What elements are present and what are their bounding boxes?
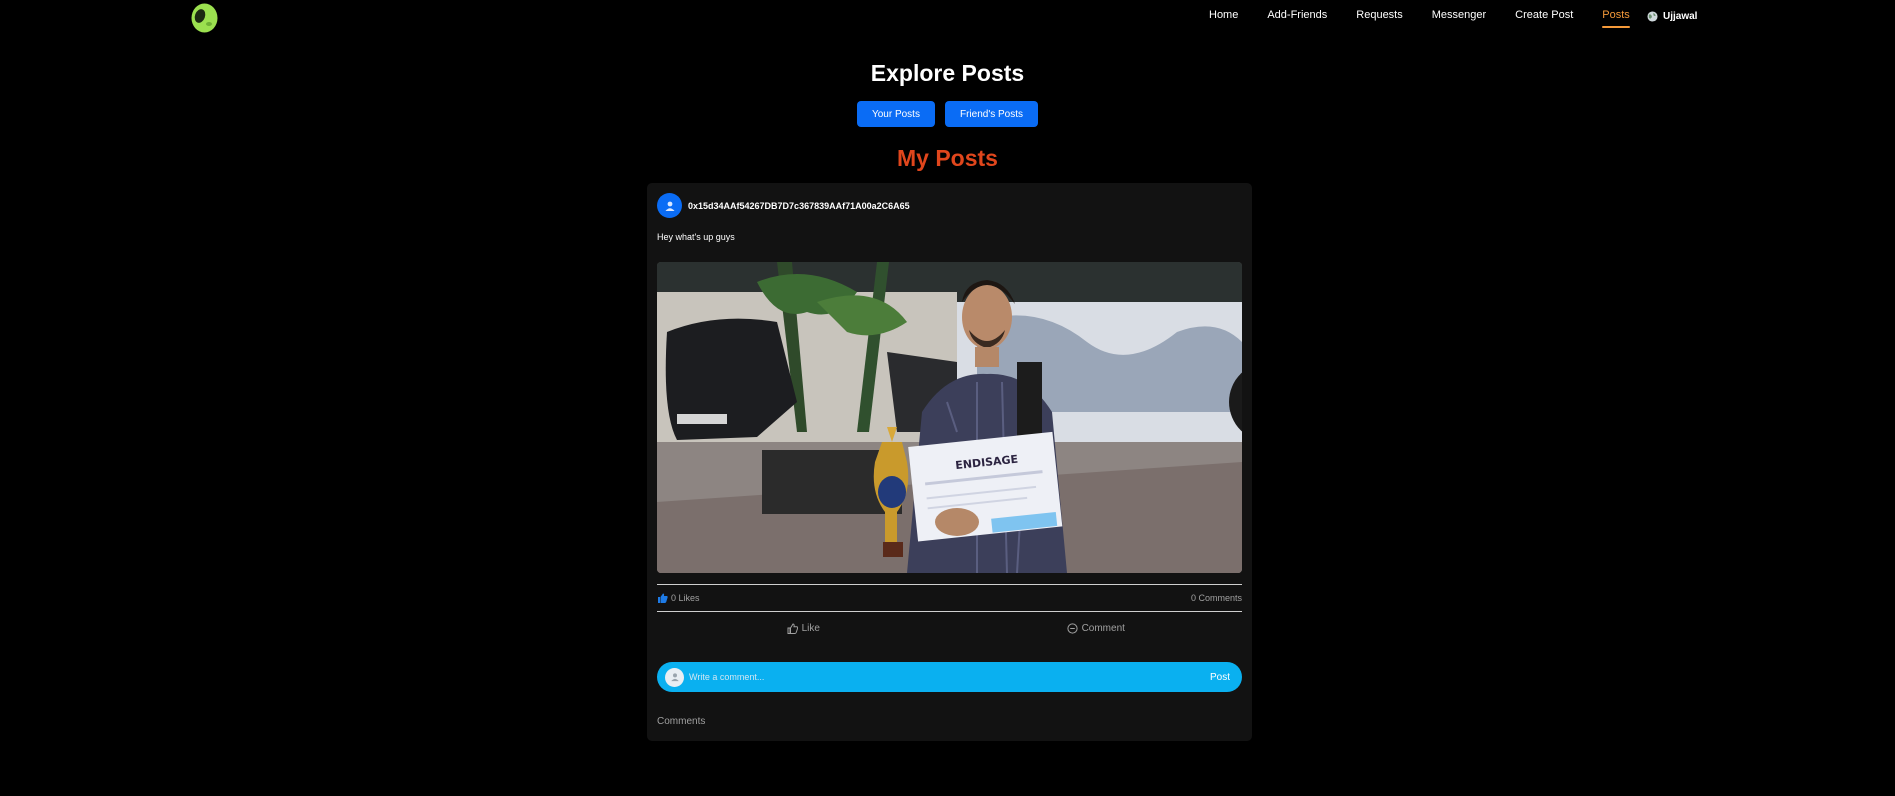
post-photo[interactable]: ENDISAGE [657, 262, 1242, 573]
user-menu[interactable]: Ujjawal [1647, 11, 1697, 22]
your-posts-button[interactable]: Your Posts [856, 101, 935, 127]
nav-link-posts[interactable]: Posts [1602, 9, 1630, 28]
avatar[interactable] [657, 193, 682, 218]
friends-posts-button[interactable]: Friend's Posts [944, 101, 1039, 127]
comment-button[interactable]: Comment [950, 623, 1243, 634]
nav-link-messenger[interactable]: Messenger [1432, 9, 1486, 21]
post-actions: Like Comment [657, 623, 1242, 634]
post-filter-tabs: Your Posts Friend's Posts [0, 101, 1895, 127]
section-title: My Posts [897, 145, 998, 171]
page-title: Explore Posts [870, 60, 1025, 86]
comment-label: Comment [1081, 623, 1125, 634]
nav-link-requests[interactable]: Requests [1356, 9, 1402, 21]
comments-count[interactable]: 0 Comments [1191, 593, 1242, 603]
thumbs-up-outline-icon [787, 623, 798, 634]
comment-bar: Post [657, 662, 1242, 692]
navbar: Home Add-Friends Requests Messenger Crea… [0, 0, 1895, 36]
post-comment-button[interactable]: Post [1210, 672, 1230, 683]
user-icon [670, 673, 679, 682]
post-author[interactable]: 0x15d34AAf54267DB7D7c367839AAf71A00a2C6A… [688, 201, 910, 211]
nav-links: Home Add-Friends Requests Messenger Crea… [1209, 9, 1659, 28]
divider [657, 584, 1242, 585]
like-button[interactable]: Like [657, 623, 950, 634]
avatar [665, 667, 684, 687]
user-icon [665, 201, 674, 211]
post-photo-illustration: ENDISAGE [657, 262, 1242, 573]
post-text: Hey what's up guys [657, 232, 735, 242]
post-header: 0x15d34AAf54267DB7D7c367839AAf71A00a2C6A… [657, 193, 910, 218]
divider [657, 611, 1242, 612]
user-name: Ujjawal [1663, 11, 1698, 22]
likes-count[interactable]: 0 Likes [657, 593, 700, 603]
thumbs-up-icon [658, 593, 668, 603]
like-label: Like [801, 623, 820, 634]
nav-link-add-friends[interactable]: Add-Friends [1267, 9, 1327, 21]
comments-heading: Comments [657, 716, 706, 727]
comment-input[interactable] [689, 672, 1210, 682]
alien-head-logo-icon[interactable] [191, 3, 218, 33]
nav-link-create-post[interactable]: Create Post [1515, 9, 1573, 21]
likes-label: 0 Likes [671, 593, 700, 603]
comment-icon [1066, 623, 1078, 634]
post-card: 0x15d34AAf54267DB7D7c367839AAf71A00a2C6A… [647, 183, 1252, 741]
globe-icon [1647, 11, 1658, 22]
nav-link-home[interactable]: Home [1209, 9, 1238, 21]
post-stats: 0 Likes 0 Comments [657, 593, 1242, 603]
